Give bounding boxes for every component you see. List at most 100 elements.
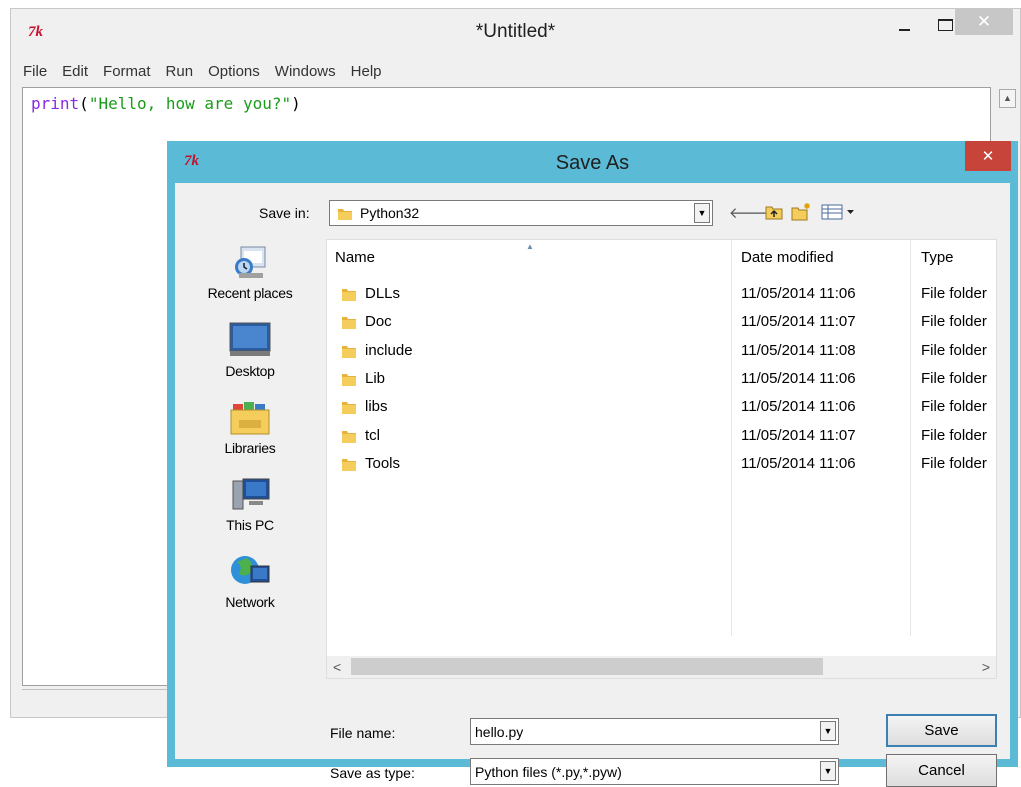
back-arrow-icon[interactable]: 🡐: [729, 202, 769, 222]
views-menu-icon[interactable]: [819, 202, 859, 222]
libraries-icon: [230, 402, 270, 435]
place-label: Network: [225, 594, 275, 610]
chevron-down-icon[interactable]: ▼: [820, 761, 836, 781]
chevron-down-icon[interactable]: ▼: [694, 203, 710, 223]
menu-edit[interactable]: Edit: [62, 63, 88, 80]
save-button[interactable]: Save: [886, 714, 997, 747]
menu-windows[interactable]: Windows: [275, 63, 336, 80]
save-as-type-label: Save as type:: [330, 765, 415, 781]
file-date-modified: 11/05/2014 11:08: [741, 341, 856, 359]
folder-icon: [342, 373, 356, 386]
file-name-label: File name:: [330, 725, 396, 741]
dialog-body: Save in: Python32 ▼ 🡐 Recent places Desk…: [175, 183, 1010, 787]
maximize-icon: [937, 19, 953, 31]
file-row[interactable]: Doc 11/05/2014 11:07 File folder: [327, 308, 996, 336]
file-row[interactable]: Tools 11/05/2014 11:06 File folder: [327, 450, 996, 478]
minimize-icon: [898, 29, 910, 31]
save-as-type-dropdown[interactable]: Python files (*.py,*.pyw) ▼: [470, 758, 839, 785]
file-name-value[interactable]: hello.py: [475, 724, 523, 740]
chevron-down-icon[interactable]: ▼: [820, 721, 836, 741]
place-network[interactable]: Network: [177, 552, 323, 610]
column-header-date-modified[interactable]: Date modified: [741, 240, 834, 276]
menu-run[interactable]: Run: [166, 63, 194, 80]
file-name: tcl: [365, 426, 380, 444]
folder-icon: [342, 458, 356, 471]
up-folder-icon[interactable]: [763, 202, 785, 222]
place-label: This PC: [226, 517, 274, 533]
place-label: Desktop: [225, 363, 275, 379]
code-keyword: print: [31, 94, 80, 113]
window-title: *Untitled*: [475, 21, 556, 42]
save-as-type-value: Python files (*.py,*.pyw): [475, 764, 622, 780]
cancel-button[interactable]: Cancel: [886, 754, 997, 787]
file-date-modified: 11/05/2014 11:06: [741, 285, 856, 302]
file-name: include: [365, 341, 413, 359]
file-row[interactable]: tcl 11/05/2014 11:07 File folder: [327, 422, 996, 450]
folder-icon: [342, 402, 356, 415]
scroll-up-icon[interactable]: ▲: [999, 89, 1016, 108]
place-label: Recent places: [207, 285, 293, 301]
file-type: File folder: [921, 398, 987, 416]
file-type: File folder: [921, 341, 987, 359]
file-row[interactable]: libs 11/05/2014 11:06 File folder: [327, 393, 996, 421]
idle-titlebar: 7k *Untitled* ✕: [11, 9, 1020, 56]
this-pc-icon: [232, 478, 270, 510]
menu-format[interactable]: Format: [103, 63, 151, 80]
file-name: libs: [365, 398, 388, 416]
scroll-right-icon[interactable]: >: [982, 656, 990, 678]
network-icon: [231, 556, 270, 584]
new-folder-icon[interactable]: [789, 202, 813, 222]
file-date-modified: 11/05/2014 11:07: [741, 426, 856, 444]
save-in-label: Save in:: [259, 205, 310, 221]
file-list[interactable]: Name ▲ Date modified Type DLLs 11/05/2014…: [326, 239, 997, 679]
folder-icon: [338, 209, 352, 220]
file-name: Tools: [365, 454, 401, 472]
close-button[interactable]: ✕: [955, 9, 1013, 35]
save-as-dialog: 7k Save As ✕ Save in: Python32 ▼ 🡐 Recen…: [167, 141, 1018, 787]
place-this-pc[interactable]: This PC: [177, 475, 323, 533]
folder-icon: [342, 430, 356, 443]
menubar: File Edit Format Run Options Windows Hel…: [11, 59, 1020, 83]
code-string: "Hello, how are you?": [88, 94, 292, 113]
file-name: Doc: [365, 313, 392, 331]
minimize-button[interactable]: [881, 9, 927, 41]
sort-ascending-icon: ▲: [526, 242, 534, 251]
file-type: File folder: [921, 426, 987, 444]
save-in-value: Python32: [360, 205, 420, 221]
dialog-title: Save As: [555, 152, 630, 174]
file-name-input[interactable]: hello.py ▼: [470, 718, 839, 745]
file-date-modified: 11/05/2014 11:06: [741, 369, 856, 387]
column-header-type[interactable]: Type: [921, 240, 954, 276]
place-recent-places[interactable]: Recent places: [177, 243, 323, 301]
file-date-modified: 11/05/2014 11:06: [741, 454, 856, 472]
file-row[interactable]: include 11/05/2014 11:08 File folder: [327, 337, 996, 365]
column-header-name[interactable]: Name: [335, 240, 375, 276]
menu-help[interactable]: Help: [351, 63, 382, 80]
places-bar: Recent places Desktop Libraries This PC …: [177, 239, 323, 679]
folder-icon: [342, 289, 356, 301]
close-icon: ✕: [976, 12, 992, 31]
menu-file[interactable]: File: [23, 63, 47, 80]
place-label: Libraries: [224, 440, 276, 456]
folder-icon: [342, 345, 356, 358]
folder-icon: [342, 317, 356, 330]
file-name: Lib: [365, 369, 386, 387]
file-date-modified: 11/05/2014 11:07: [741, 313, 856, 331]
code-line: print("Hello, how are you?"): [31, 94, 301, 113]
save-in-dropdown[interactable]: Python32 ▼: [329, 200, 713, 226]
place-libraries[interactable]: Libraries: [177, 398, 323, 456]
menu-options[interactable]: Options: [208, 63, 260, 80]
file-row[interactable]: Lib 11/05/2014 11:06 File folder: [327, 365, 996, 393]
scrollbar-thumb[interactable]: [351, 658, 823, 675]
file-type: File folder: [921, 285, 987, 302]
file-type: File folder: [921, 454, 987, 472]
place-desktop[interactable]: Desktop: [177, 321, 323, 379]
file-row[interactable]: DLLs 11/05/2014 11:06 File folder: [327, 280, 996, 308]
file-date-modified: 11/05/2014 11:06: [741, 398, 856, 416]
file-list-horizontal-scrollbar[interactable]: < >: [327, 656, 996, 678]
code-paren-close: ): [291, 94, 301, 113]
dialog-close-button[interactable]: ✕: [965, 141, 1011, 171]
file-name: DLLs: [365, 285, 401, 302]
recent-places-icon: [235, 246, 266, 278]
scroll-left-icon[interactable]: <: [333, 656, 341, 678]
